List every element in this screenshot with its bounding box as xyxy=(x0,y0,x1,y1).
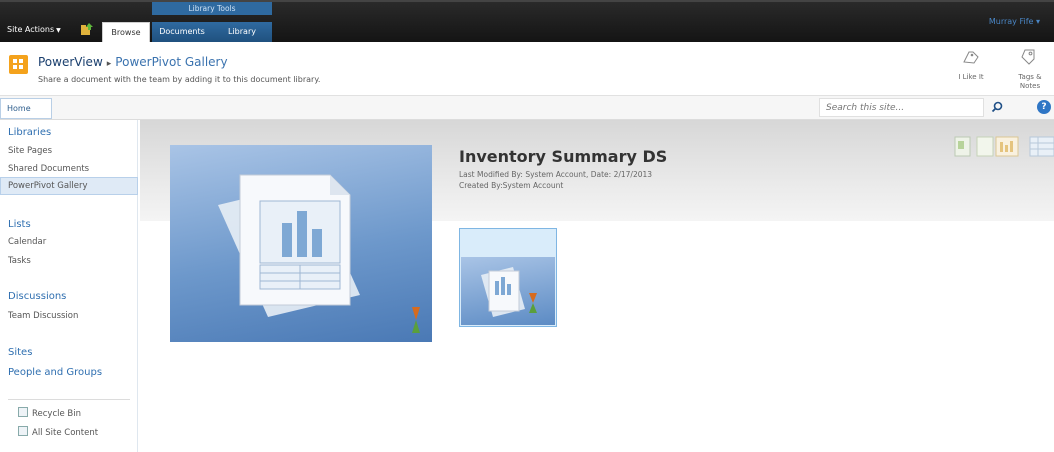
dropdown-arrow-icon: ▼ xyxy=(56,27,61,34)
thumbs-up-icon xyxy=(963,51,979,64)
document-preview[interactable] xyxy=(170,145,432,342)
site-logo-icon[interactable] xyxy=(9,55,28,74)
i-like-it-button[interactable]: I Like It xyxy=(956,48,986,82)
tab-documents[interactable]: Documents xyxy=(152,22,212,44)
theater-view-icon[interactable] xyxy=(976,136,1019,157)
breadcrumb-site-link[interactable]: PowerView xyxy=(38,55,103,69)
nav-item-shared-documents[interactable]: Shared Documents xyxy=(8,164,89,174)
report-document-icon xyxy=(218,174,360,317)
breadcrumb: PowerView ▸ PowerPivot Gallery xyxy=(38,55,228,69)
all-site-content-label: All Site Content xyxy=(32,428,99,438)
document-created-info: Created By:System Account xyxy=(459,181,564,190)
nav-item-tasks[interactable]: Tasks xyxy=(8,256,31,266)
nav-heading-libraries[interactable]: Libraries xyxy=(8,127,51,138)
carousel-view-icon[interactable] xyxy=(1029,136,1054,157)
library-tools-label: Library Tools xyxy=(152,2,272,15)
all-site-content-link[interactable]: All Site Content xyxy=(18,426,98,438)
breadcrumb-separator-icon: ▸ xyxy=(106,59,112,69)
report-thumbnail-icon xyxy=(481,267,537,317)
hourglass-icon xyxy=(412,307,420,333)
document-modified-info: Last Modified By: System Account, Date: … xyxy=(459,170,653,179)
nav-item-site-pages[interactable]: Site Pages xyxy=(8,146,52,156)
search-input[interactable] xyxy=(819,98,984,117)
nav-item-team-discussion[interactable]: Team Discussion xyxy=(8,311,78,321)
recycle-bin-icon xyxy=(18,407,28,417)
home-tab[interactable]: Home xyxy=(0,98,52,119)
title-area: PowerView ▸ PowerPivot Gallery Share a doc… xyxy=(0,42,1054,96)
nav-divider xyxy=(8,399,130,400)
nav-item-people-and-groups[interactable]: People and Groups xyxy=(8,367,102,378)
thumbnail-image xyxy=(461,257,555,325)
breadcrumb-current-page[interactable]: PowerPivot Gallery xyxy=(115,55,227,69)
recycle-bin-label: Recycle Bin xyxy=(32,409,82,419)
tags-notes-button[interactable]: Tags & Notes xyxy=(1012,48,1048,91)
tag-icon xyxy=(1021,49,1035,65)
ribbon: Library Tools Site Actions ▼ Browse Docum… xyxy=(0,0,1054,44)
nav-heading-lists[interactable]: Lists xyxy=(8,219,31,230)
nav-item-powerpivot-gallery[interactable]: PowerPivot Gallery xyxy=(8,181,88,191)
document-thumbnail[interactable] xyxy=(459,228,557,327)
page-description: Share a document with the team by adding… xyxy=(38,75,321,84)
navigate-up-icon[interactable] xyxy=(80,22,94,36)
i-like-it-label: I Like It xyxy=(958,73,984,81)
site-actions-menu[interactable]: Site Actions ▼ xyxy=(7,25,61,34)
user-name: Murray Fife xyxy=(988,17,1034,26)
nav-item-calendar[interactable]: Calendar xyxy=(8,237,46,247)
gallery-view-icon[interactable] xyxy=(954,136,971,157)
search-icon[interactable] xyxy=(986,98,1008,117)
dropdown-arrow-icon: ▾ xyxy=(1035,17,1040,26)
nav-heading-sites[interactable]: Sites xyxy=(8,347,32,358)
site-actions-label: Site Actions xyxy=(7,25,55,34)
tab-library[interactable]: Library xyxy=(212,22,272,44)
nav-heading-discussions[interactable]: Discussions xyxy=(8,291,66,302)
site-content-icon xyxy=(18,426,28,436)
recycle-bin-link[interactable]: Recycle Bin xyxy=(18,407,81,419)
top-navigation: Home ? xyxy=(0,96,1054,120)
tags-label-line2: Notes xyxy=(1019,82,1041,90)
tags-label-line1: Tags & xyxy=(1018,73,1042,81)
user-menu[interactable]: Murray Fife ▾ xyxy=(989,17,1040,26)
tab-browse[interactable]: Browse xyxy=(102,22,150,44)
document-title[interactable]: Inventory Summary DS xyxy=(459,147,667,166)
quick-launch: Libraries Site Pages Shared Documents Po… xyxy=(0,120,138,452)
help-icon[interactable]: ? xyxy=(1037,100,1051,114)
